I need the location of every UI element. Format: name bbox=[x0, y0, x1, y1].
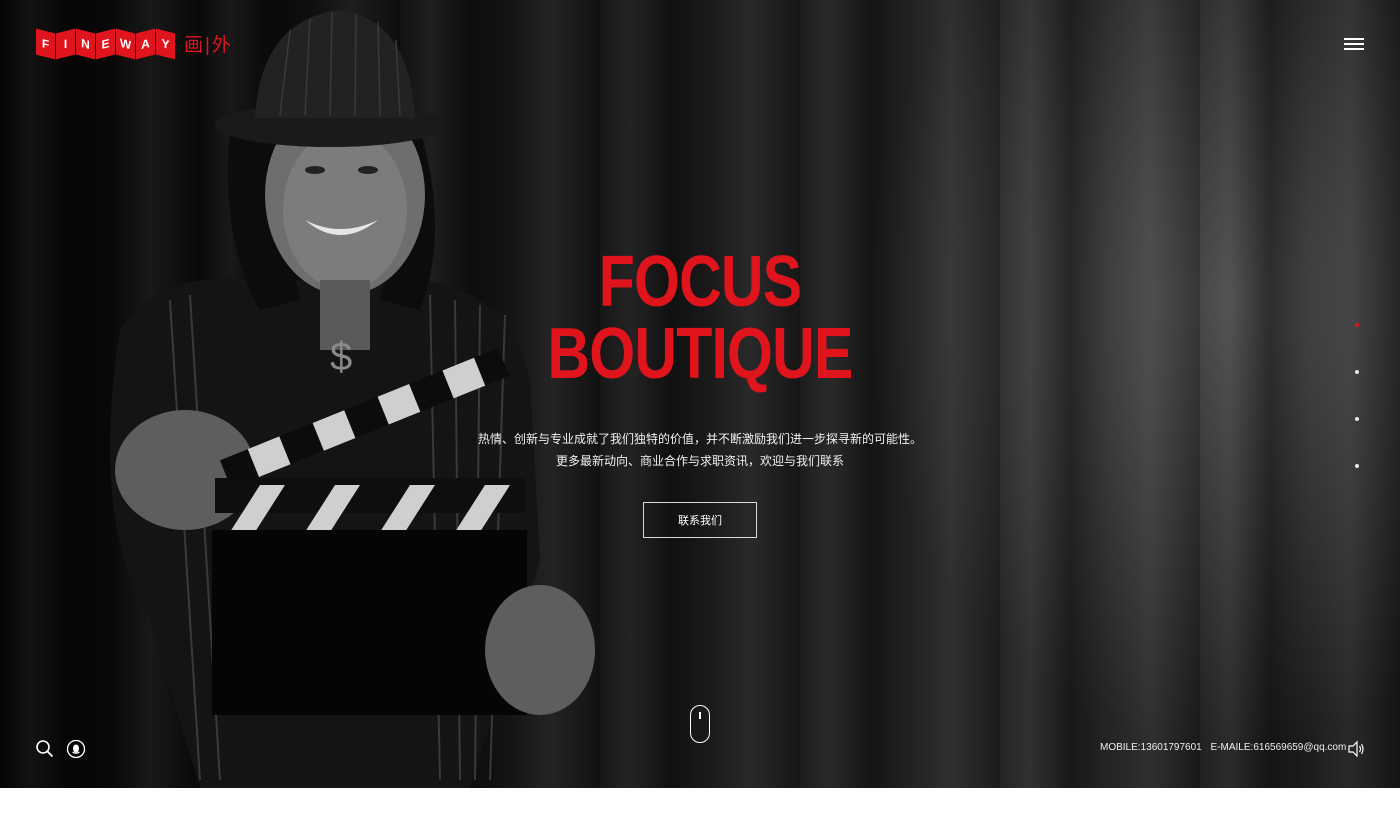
logo-letter: Y bbox=[156, 28, 175, 59]
logo-letter: A bbox=[136, 28, 155, 59]
mobile-number: MOBILE:13601797601 bbox=[1100, 742, 1202, 753]
contact-info: MOBILE:13601797601 E-MAILE:616569659@qq.… bbox=[1100, 742, 1346, 753]
description-line-1: 热情、创新与专业成就了我们独特的价值，并不断激励我们进一步探寻新的可能性。 bbox=[477, 432, 922, 446]
hero-headline: FOCUS BOUTIQUE bbox=[450, 246, 950, 390]
headline-line-2: BOUTIQUE bbox=[547, 314, 853, 394]
pagination-dot-3[interactable] bbox=[1355, 417, 1359, 421]
logo-chinese-text: 画|外 bbox=[184, 35, 233, 56]
logo-letter: I bbox=[56, 28, 75, 59]
pagination-dot-2[interactable] bbox=[1355, 370, 1359, 374]
logo-letter: W bbox=[116, 28, 135, 59]
logo-letter: F bbox=[36, 28, 55, 59]
section-pagination bbox=[1355, 323, 1361, 511]
hero-description: 热情、创新与专业成就了我们独特的价值，并不断激励我们进一步探寻新的可能性。 更多… bbox=[400, 428, 1000, 472]
scroll-mouse-icon[interactable] bbox=[690, 705, 710, 743]
hero-section: $ F I N E W A Y 画|外 FOCUS BOUTIQUE 热情、创新… bbox=[0, 0, 1400, 788]
hero-figure-image: $ bbox=[110, 10, 595, 788]
menu-icon[interactable] bbox=[1344, 38, 1364, 52]
pagination-dot-1[interactable] bbox=[1355, 323, 1359, 327]
svg-text:$: $ bbox=[330, 335, 352, 379]
pagination-dot-4[interactable] bbox=[1355, 464, 1359, 468]
search-icon[interactable] bbox=[35, 739, 55, 759]
logo-letter: N bbox=[76, 28, 95, 59]
email-address: E-MAILE:616569659@qq.com bbox=[1210, 742, 1347, 753]
volume-icon[interactable] bbox=[1346, 739, 1366, 759]
qq-icon[interactable] bbox=[66, 739, 86, 759]
headline-line-1: FOCUS bbox=[598, 242, 802, 322]
brand-logo[interactable]: F I N E W A Y 画|外 bbox=[36, 28, 233, 59]
contact-us-button[interactable]: 联系我们 bbox=[643, 502, 757, 538]
logo-letter: E bbox=[96, 28, 115, 59]
description-line-2: 更多最新动向、商业合作与求职资讯，欢迎与我们联系 bbox=[555, 454, 844, 468]
mouse-wheel bbox=[699, 712, 701, 719]
